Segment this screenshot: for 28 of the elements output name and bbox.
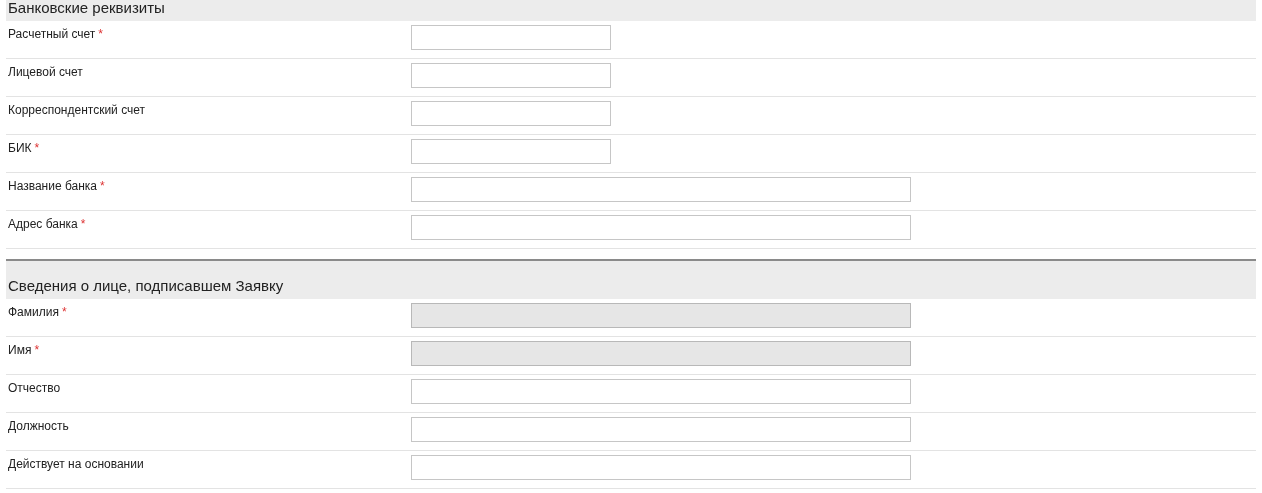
text-field[interactable] [411,215,911,240]
text-field[interactable] [411,63,611,88]
text-field[interactable] [411,25,611,50]
required-marker: * [100,179,105,193]
text-field[interactable] [411,379,911,404]
required-marker: * [34,343,40,357]
section-title: Сведения о лице, подписавшем Заявку [8,278,284,294]
text-field[interactable] [411,139,611,164]
required-marker: * [34,141,40,155]
field-label: Расчетный счет [8,27,96,41]
field-label: Название банка [8,179,98,193]
text-field[interactable] [411,177,911,202]
required-marker: * [80,217,86,231]
field-label: Имя [8,343,32,357]
text-field[interactable] [411,417,911,442]
field-label: Действует на основании [8,457,144,471]
field-label: Корреспондентский счет [8,103,146,117]
text-field[interactable] [411,455,911,480]
required-marker: * [98,27,104,41]
field-label: Фамилия [8,305,59,319]
section-title: Банковские реквизиты [8,0,165,16]
text-field[interactable] [411,101,611,126]
required-marker: * [61,305,67,319]
field-label: БИК [8,141,32,155]
field-label: Адрес банка [8,217,78,231]
field-label: Лицевой счет [8,65,83,79]
field-label: Должность [8,419,69,433]
field-label: Отчество [8,381,61,395]
